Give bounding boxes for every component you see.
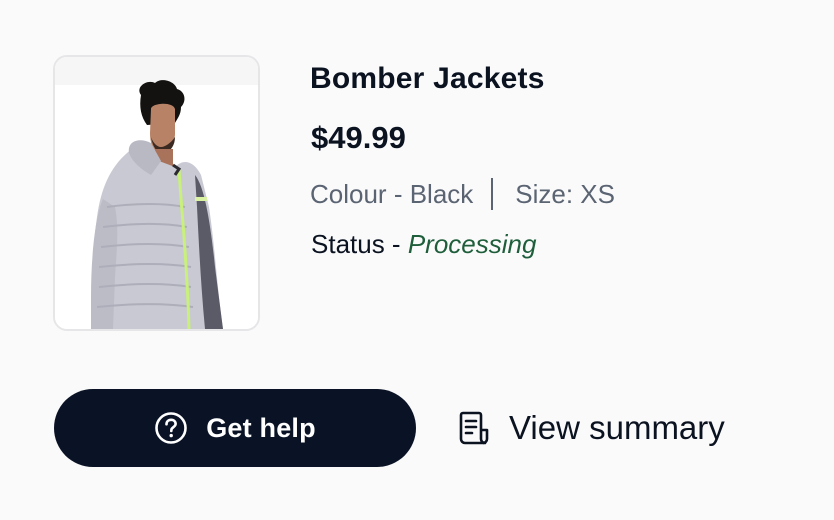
product-price: $49.99	[311, 120, 406, 155]
get-help-button[interactable]: Get help	[54, 389, 416, 467]
status-label: Status -	[311, 229, 408, 259]
question-circle-icon	[154, 411, 188, 445]
status-value: Processing	[407, 229, 537, 259]
get-help-label: Get help	[206, 412, 316, 443]
product-colour: Colour - Black	[310, 178, 474, 209]
receipt-document-icon	[455, 410, 491, 446]
view-summary-button[interactable]: View summary	[455, 398, 725, 458]
product-title: Bomber Jackets	[310, 62, 545, 95]
jacket-photo-illustration	[55, 57, 258, 329]
product-size: Size: XS	[515, 178, 615, 209]
view-summary-label: View summary	[509, 409, 725, 446]
order-item-card: Bomber Jackets $49.99 Colour - Black Siz…	[0, 0, 834, 520]
product-image[interactable]	[53, 55, 260, 331]
order-status: Status - Processing	[311, 229, 536, 260]
variant-divider	[491, 178, 494, 210]
product-variant-info: Colour - Black Size: XS	[310, 178, 615, 210]
